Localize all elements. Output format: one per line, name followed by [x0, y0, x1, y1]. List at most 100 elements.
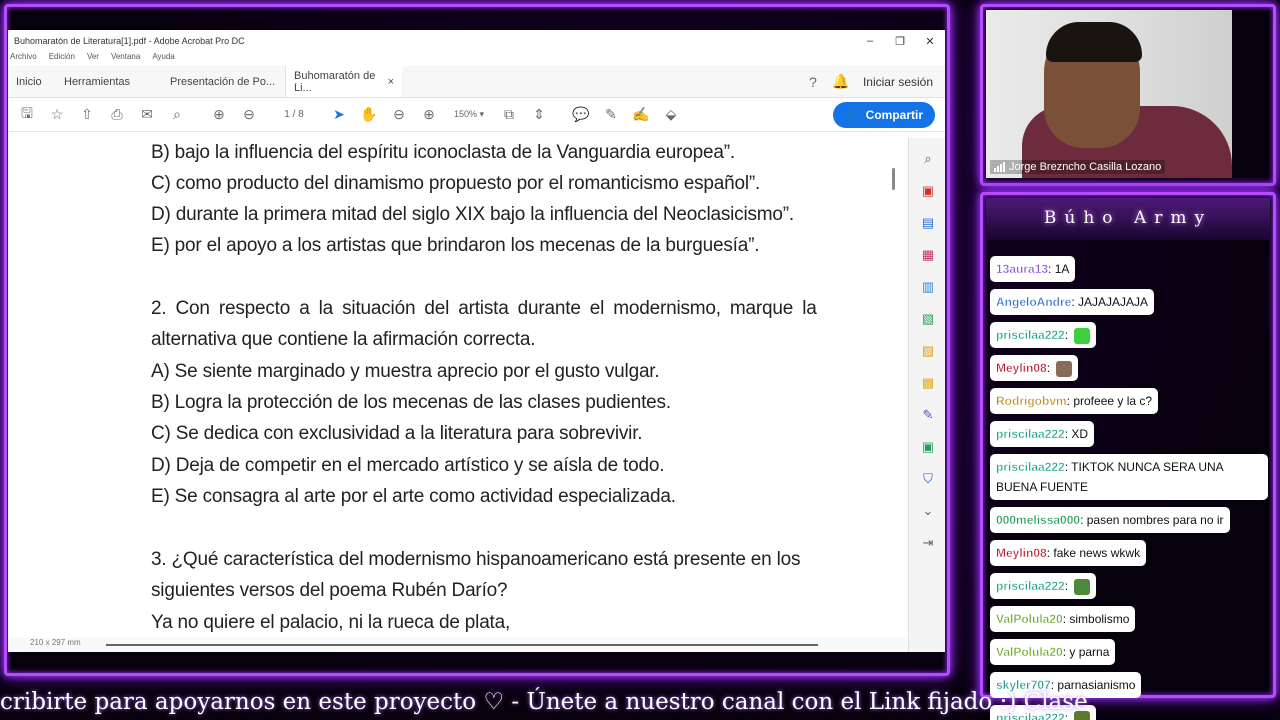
zoom-in-icon[interactable]: ⊕: [414, 106, 444, 123]
zoom-search-icon[interactable]: ⌕: [162, 106, 192, 123]
doc-line: 2. Con respecto a la situación del artis…: [151, 298, 817, 319]
ticker-text: cribirte para apoyarnos en este proyecto…: [0, 689, 1088, 715]
page-indicator[interactable]: 1 / 8: [264, 109, 324, 120]
chat-message: priscilaa222: XD: [990, 421, 1095, 447]
bell-icon[interactable]: 🔔: [827, 73, 855, 90]
doc-line: 3. ¿Qué característica del modernismo hi…: [151, 549, 801, 570]
edit-pdf-icon[interactable]: ▥: [919, 278, 937, 296]
export-pdf-icon[interactable]: ▣: [919, 182, 937, 200]
fill-sign-icon[interactable]: ✎: [919, 406, 937, 424]
chat-message: 000melissa000: pasen nombres para no ir: [990, 507, 1230, 533]
chat-text: : 1A: [1048, 262, 1070, 276]
upload-icon[interactable]: ⇧: [72, 106, 102, 123]
signal-icon: [994, 162, 1005, 172]
doc-line: A) Se siente marginado y muestra aprecio…: [151, 361, 660, 382]
zoom-out-icon[interactable]: ⊖: [384, 106, 414, 123]
page-down-icon[interactable]: ⊖: [234, 106, 264, 123]
scroll-mode-icon[interactable]: ⇕: [524, 106, 554, 123]
tab-herramientas[interactable]: Herramientas: [56, 66, 162, 97]
chat-message-row: Rodrigobvm: profeee y la c?: [990, 388, 1272, 421]
chat-username: Meylin08: [996, 546, 1047, 560]
close-window-button[interactable]: ✕: [915, 35, 945, 48]
emote-icon: [1074, 578, 1091, 595]
share-label: Compartir: [865, 107, 923, 122]
combine-icon[interactable]: ▧: [919, 310, 937, 328]
chat-message-row: priscilaa222:: [990, 573, 1272, 606]
chat-username: priscilaa222: [996, 328, 1065, 342]
pen-icon[interactable]: ✎: [596, 106, 626, 123]
star-icon[interactable]: ☆: [42, 106, 72, 123]
stamp-icon[interactable]: ⬙: [656, 106, 686, 123]
share-button[interactable]: 👤 Compartir: [832, 101, 935, 128]
share-icon: 👤: [844, 107, 860, 122]
chat-message: 13aura13: 1A: [990, 256, 1076, 282]
vertical-scrollbar[interactable]: [890, 138, 900, 638]
chat-text: : fake news wkwk: [1046, 546, 1141, 560]
doc-line: B) Logra la protección de los mecenas de…: [151, 392, 671, 413]
save-icon[interactable]: 🖫: [12, 103, 42, 127]
chat-message: priscilaa222:: [990, 573, 1097, 599]
signin-button[interactable]: Iniciar sesión: [855, 75, 945, 89]
mail-icon[interactable]: ✉: [132, 106, 162, 123]
organize-icon[interactable]: ▦: [919, 246, 937, 264]
print-icon[interactable]: ⎙: [102, 106, 132, 123]
scan-icon[interactable]: ▨: [919, 342, 937, 360]
menu-edicion[interactable]: Edición: [49, 52, 75, 66]
chat-text: : simbolismo: [1062, 612, 1130, 626]
help-icon[interactable]: ?: [799, 74, 827, 90]
tab-buhomaraton[interactable]: Buhomaratón de Li... ×: [286, 66, 402, 97]
chat-text: :: [1046, 361, 1051, 375]
chat-message-row: priscilaa222: XD: [990, 421, 1272, 454]
protect-icon[interactable]: ⛉: [919, 470, 937, 488]
emote-icon: [1074, 327, 1091, 344]
chat-username: 000melissa000: [996, 513, 1081, 527]
horizontal-scrollbar[interactable]: [106, 644, 818, 646]
chevron-down-icon[interactable]: ⌄: [919, 502, 937, 520]
chat-message: AngeloAndre: JAJAJAJAJA: [990, 289, 1155, 315]
tab-close-icon[interactable]: ×: [388, 76, 394, 88]
window-title: Buhomaratón de Literatura[1].pdf - Adobe…: [14, 36, 245, 46]
chat-message: Meylin08: fake news wkwk: [990, 540, 1147, 566]
create-pdf-icon[interactable]: ▤: [919, 214, 937, 232]
chat-message: ValPolula20: simbolismo: [990, 606, 1136, 632]
collapse-panel-icon[interactable]: ⇥: [919, 534, 937, 552]
menu-ayuda[interactable]: Ayuda: [152, 52, 175, 66]
tab-bar: Inicio Herramientas Presentación de Po..…: [8, 66, 945, 98]
sign-icon[interactable]: ✍: [626, 106, 656, 123]
acrobat-window: Buhomaratón de Literatura[1].pdf - Adobe…: [8, 30, 945, 652]
chat-text: : XD: [1064, 427, 1089, 441]
fit-page-icon[interactable]: ⧉: [494, 106, 524, 123]
chat-text: : y parna: [1062, 645, 1110, 659]
comment-icon[interactable]: 💬: [566, 106, 596, 123]
doc-line: alternativa que contiene la afirmación c…: [151, 329, 536, 350]
chat-username: Meylin08: [996, 361, 1047, 375]
maximize-button[interactable]: ❐: [885, 35, 915, 48]
chat-message: priscilaa222: TIKTOK NUNCA SERA UNA BUEN…: [990, 454, 1268, 500]
chat-message-row: ValPolula20: simbolismo: [990, 606, 1272, 639]
chat-username: Rodrigobvm: [996, 394, 1067, 408]
chat-text: : JAJAJAJAJA: [1071, 295, 1149, 309]
doc-line: D) Deja de competir en el mercado artíst…: [151, 455, 665, 476]
hand-icon[interactable]: ✋: [354, 106, 384, 123]
page-up-icon[interactable]: ⊕: [204, 106, 234, 123]
zoom-select[interactable]: 150% ▾: [444, 109, 494, 120]
chat-username: 13aura13: [996, 262, 1049, 276]
page-current[interactable]: 1: [284, 109, 290, 120]
minimize-button[interactable]: –: [855, 35, 885, 47]
tab-presentacion[interactable]: Presentación de Po...: [162, 66, 286, 97]
stream-overlay: Buhomaratón de Literatura[1].pdf - Adobe…: [0, 0, 1280, 720]
chat-text: : pasen nombres para no ir: [1080, 513, 1224, 527]
chat-username: AngeloAndre: [996, 295, 1072, 309]
menu-archivo[interactable]: Archivo: [10, 52, 37, 66]
select-pointer-icon[interactable]: ➤: [324, 106, 354, 123]
search-tool-icon[interactable]: ⌕: [919, 150, 937, 168]
comment-tool-icon[interactable]: ▩: [919, 374, 937, 392]
pdf-page[interactable]: B) bajo la influencia del espíritu icono…: [8, 138, 888, 638]
scroll-thumb[interactable]: [892, 168, 895, 190]
tab-inicio[interactable]: Inicio: [8, 66, 56, 97]
menu-ver[interactable]: Ver: [87, 52, 99, 66]
doc-line: E) Se consagra al arte por el arte como …: [151, 486, 676, 507]
chat-username: ValPolula20: [996, 645, 1063, 659]
print-tool-icon[interactable]: ▣: [919, 438, 937, 456]
menu-ventana[interactable]: Ventana: [111, 52, 140, 66]
